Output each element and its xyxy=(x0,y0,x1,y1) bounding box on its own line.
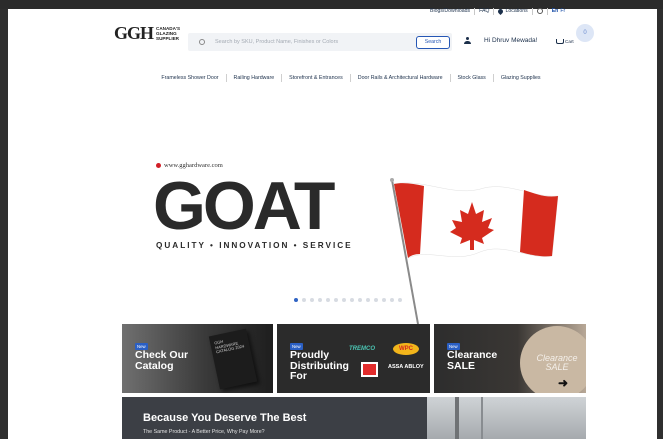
card-title-line: For xyxy=(290,370,307,382)
carousel-dot[interactable] xyxy=(350,298,354,302)
utility-bar: Blogs/Downloads FAQ Locations En Fr xyxy=(430,5,565,17)
card-title-line: Check Our xyxy=(135,349,189,361)
railing-post xyxy=(481,397,483,439)
card-title: Check Our Catalog xyxy=(135,350,188,371)
nav-stock-glass[interactable]: Stock Glass xyxy=(451,75,493,81)
card-title: Clearance SALE xyxy=(447,350,497,371)
carousel-dot[interactable] xyxy=(334,298,338,302)
catalog-book-image: GGH HARDWARE CATALOG 2024 xyxy=(208,328,258,390)
divider xyxy=(531,7,533,15)
carousel-dot[interactable] xyxy=(294,298,298,302)
card-title: Proudly Distributing For xyxy=(290,350,349,382)
search-input[interactable]: Search by SKU, Product Name, Finishes or… xyxy=(215,39,416,45)
carousel-dot[interactable] xyxy=(374,298,378,302)
cart-label: Cart xyxy=(565,39,574,44)
logo-tagline-line: SUPPLIER xyxy=(156,36,179,41)
carousel-dot[interactable] xyxy=(358,298,362,302)
catalog-card[interactable]: GGH HARDWARE CATALOG 2024 New Check Our … xyxy=(122,324,273,393)
arrow-right-icon: ➜ xyxy=(558,376,569,390)
carousel-dot[interactable] xyxy=(382,298,386,302)
language-en-link[interactable]: En xyxy=(552,8,559,14)
wpc-logo: WPC xyxy=(393,343,419,355)
nav-storefront-entrances[interactable]: Storefront & Entrances xyxy=(282,75,350,81)
logo-tagline: CANADA'S GLAZING SUPPLIER xyxy=(156,26,180,41)
site-logo[interactable]: GGH CANADA'S GLAZING SUPPLIER xyxy=(114,23,180,44)
hero-carousel[interactable]: www.gghardware.com GOAT QUALITY • INNOVA… xyxy=(122,150,586,325)
distributing-card[interactable]: New Proudly Distributing For TREMCO WPC … xyxy=(277,324,430,393)
carousel-pagination xyxy=(294,298,406,302)
tremco-logo: TREMCO xyxy=(349,346,375,352)
cart-icon xyxy=(556,39,564,44)
divider xyxy=(546,7,548,15)
glass-railing-image xyxy=(427,397,586,439)
user-account[interactable]: Hi Dhruv Mewada! xyxy=(464,37,537,44)
nav-frameless-shower-door[interactable]: Frameless Shower Door xyxy=(154,75,225,81)
card-title-line: Proudly xyxy=(290,349,330,361)
hero-tagline: QUALITY • INNOVATION • SERVICE xyxy=(156,241,353,250)
carousel-dot[interactable] xyxy=(310,298,314,302)
search-icon xyxy=(199,39,205,45)
carousel-dot[interactable] xyxy=(318,298,322,302)
hero-headline: GOAT xyxy=(153,168,335,244)
carousel-dot[interactable] xyxy=(398,298,402,302)
brand-logo-red xyxy=(361,362,378,377)
nav-railing-hardware[interactable]: Railing Hardware xyxy=(227,75,282,81)
card-title-line: SALE xyxy=(447,359,476,372)
locations-link[interactable]: Locations xyxy=(505,8,527,14)
promo-banner[interactable]: Because You Deserve The Best The Same Pr… xyxy=(122,397,586,439)
clearance-disc-image: Clearance SALE xyxy=(520,326,586,393)
language-fr-link[interactable]: Fr xyxy=(560,8,565,14)
cart-count-badge[interactable]: 0 xyxy=(576,24,594,42)
banner-subtitle: The Same Product - A Better Price, Why P… xyxy=(143,429,265,435)
banner-title: Because You Deserve The Best xyxy=(143,412,307,424)
logo-mark: GGH xyxy=(114,23,154,43)
carousel-dot[interactable] xyxy=(302,298,306,302)
faq-link[interactable]: FAQ xyxy=(479,8,489,14)
blogs-downloads-link[interactable]: Blogs/Downloads xyxy=(430,8,470,14)
clearance-disc-text: Clearance SALE xyxy=(529,354,585,372)
canada-flag-image xyxy=(390,178,559,325)
catalog-book-text: GGH HARDWARE CATALOG 2024 xyxy=(213,338,245,355)
nav-glazing-supplies[interactable]: Glazing Supplies xyxy=(494,75,548,81)
globe-icon xyxy=(536,8,543,14)
carousel-dot[interactable] xyxy=(342,298,346,302)
card-title-line: Catalog xyxy=(135,359,174,372)
disc-line: SALE xyxy=(545,362,569,372)
location-pin-icon xyxy=(497,7,505,15)
divider xyxy=(474,7,476,15)
nav-door-rails[interactable]: Door Rails & Architectural Hardware xyxy=(351,75,450,81)
carousel-dot[interactable] xyxy=(390,298,394,302)
railing-post xyxy=(455,397,459,439)
search-button[interactable]: Search xyxy=(416,35,450,49)
divider xyxy=(493,7,495,15)
main-nav: Frameless Shower Door Railing Hardware S… xyxy=(135,74,567,82)
clearance-card[interactable]: Clearance SALE New Clearance SALE ➜ xyxy=(434,324,586,393)
search-bar: Search by SKU, Product Name, Finishes or… xyxy=(188,33,452,51)
carousel-dot[interactable] xyxy=(366,298,370,302)
user-icon xyxy=(464,37,471,44)
card-title-line: Clearance xyxy=(447,349,498,361)
carousel-dot[interactable] xyxy=(326,298,330,302)
cart-button[interactable]: Cart xyxy=(556,39,574,44)
user-greeting: Hi Dhruv Mewada! xyxy=(484,37,538,44)
assa-abloy-logo: ASSA ABLOY xyxy=(388,364,424,370)
